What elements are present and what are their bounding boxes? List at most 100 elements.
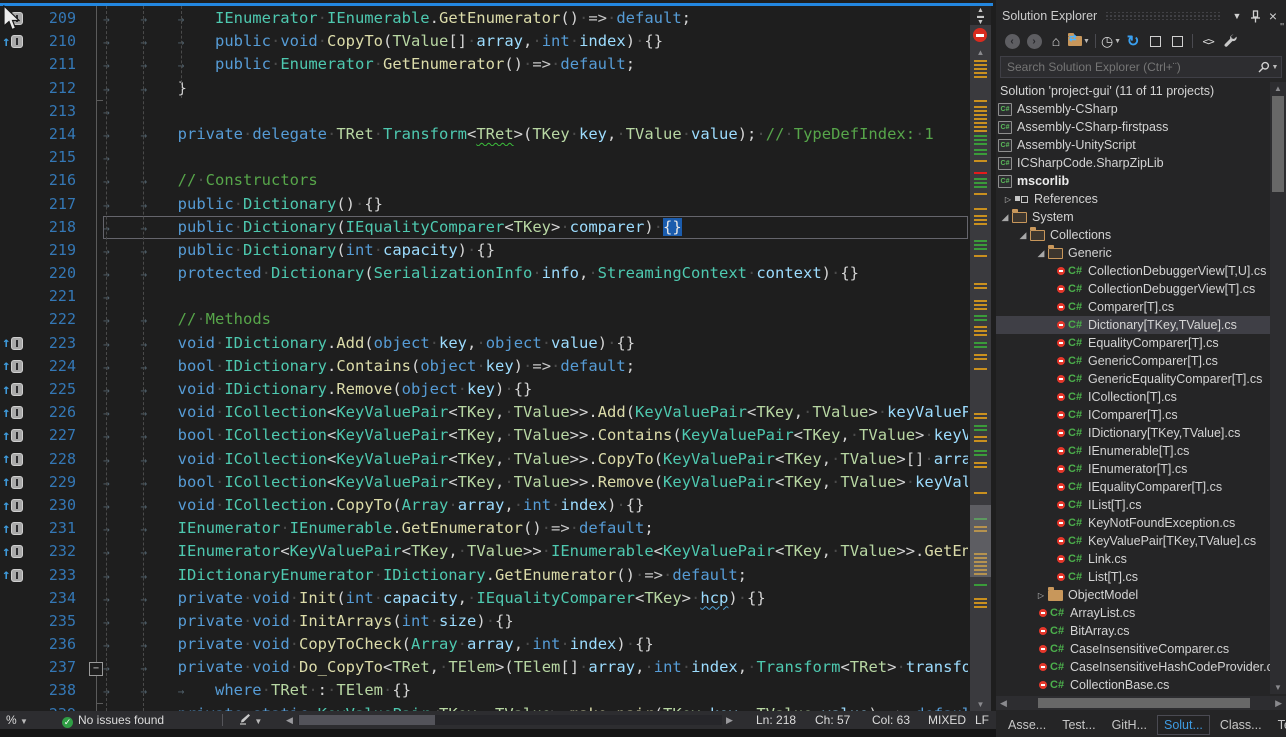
scrollbar-thumb[interactable] xyxy=(970,505,991,577)
tree-horizontal-scrollbar[interactable]: ◀ ▶ xyxy=(996,696,1286,710)
line-indicator[interactable]: Ln: 218 xyxy=(756,711,796,729)
hscroll-left-arrow-icon[interactable]: ◀ xyxy=(1000,698,1007,709)
scroll-down-arrow-icon[interactable]: ▼ xyxy=(970,700,991,709)
code-line[interactable]: ↑210→→→public·void·CopyTo(TValue[]·array… xyxy=(0,30,968,53)
tree-item[interactable]: C#CollectionDebuggerView[T].cs xyxy=(996,280,1270,298)
zoom-control[interactable]: % ▼ xyxy=(6,711,28,729)
refresh-button[interactable]: ↻ xyxy=(1123,31,1143,51)
code-line[interactable]: ↑232→→IEnumerator<KeyValuePair<TKey,·TVa… xyxy=(0,540,968,563)
tree-item[interactable]: C#mscorlib xyxy=(996,172,1270,190)
override-indicator-icon[interactable]: ↑ xyxy=(0,564,30,587)
code-line[interactable]: 218→→public·Dictionary(IEqualityComparer… xyxy=(0,216,968,239)
code-line[interactable]: 217→→public·Dictionary()·{} xyxy=(0,193,968,216)
tool-window-tab[interactable]: GitH... xyxy=(1106,716,1153,734)
tree-item[interactable]: C#CaseInsensitiveHashCodeProvider.cs xyxy=(996,658,1270,676)
issues-indicator[interactable]: ✓No issues found xyxy=(62,711,164,729)
search-box[interactable]: ▼ xyxy=(1000,56,1282,78)
hscroll-right-arrow-icon[interactable]: ▶ xyxy=(726,711,733,729)
tree-item[interactable]: C#Assembly-CSharp-firstpass xyxy=(996,118,1270,136)
tool-window-tab[interactable]: Test... xyxy=(1056,716,1101,734)
tree-item[interactable]: C#List[T].cs xyxy=(996,568,1270,586)
tree-item[interactable]: C#ICSharpCode.SharpZipLib xyxy=(996,154,1270,172)
sync-with-active-document-button[interactable]: ▼ xyxy=(1068,31,1090,51)
tree-item[interactable]: ◢System xyxy=(996,208,1270,226)
hscroll-left-arrow-icon[interactable]: ◀ xyxy=(286,711,293,729)
editor-horizontal-scrollbar[interactable] xyxy=(298,715,722,725)
tree-item[interactable]: C#Assembly-CSharp xyxy=(996,100,1270,118)
tree-item[interactable]: C#GenericComparer[T].cs xyxy=(996,352,1270,370)
tree-item[interactable]: C#GenericEqualityComparer[T].cs xyxy=(996,370,1270,388)
override-indicator-icon[interactable]: ↑ xyxy=(0,332,30,355)
tool-window-tab[interactable]: Class... xyxy=(1214,716,1268,734)
toolbar-overflow-button[interactable]: '' xyxy=(1280,22,1284,33)
code-line[interactable]: 235→→private·void·InitArrays(int·size)·{… xyxy=(0,610,968,633)
code-line[interactable]: ↑223→→void·IDictionary.Add(object·key,·o… xyxy=(0,332,968,355)
tree-item[interactable]: C#IList[T].cs xyxy=(996,496,1270,514)
collapse-all-button[interactable] xyxy=(1145,31,1165,51)
collapse-arrow-icon[interactable]: ◢ xyxy=(1016,230,1030,241)
code-line[interactable]: 239→→private·static·KeyValuePair<TKey,·T… xyxy=(0,703,968,711)
code-line[interactable]: 222→→//·Methods xyxy=(0,308,968,331)
character-indicator[interactable]: Ch: 57 xyxy=(815,711,850,729)
code-lines[interactable]: ↑209→→→IEnumerator·IEnumerable.GetEnumer… xyxy=(0,7,968,711)
code-line[interactable]: ↑228→→void·ICollection<KeyValuePair<TKey… xyxy=(0,448,968,471)
code-line[interactable]: 211→→→public·Enumerator·GetEnumerator()·… xyxy=(0,53,968,76)
code-line[interactable]: ↑233→→IDictionaryEnumerator·IDictionary.… xyxy=(0,564,968,587)
tree-item[interactable]: C#ArrayList.cs xyxy=(996,604,1270,622)
tree-item[interactable]: C#Link.cs xyxy=(996,550,1270,568)
code-line[interactable]: ↑229→→bool·ICollection<KeyValuePair<TKey… xyxy=(0,471,968,494)
code-line[interactable]: 219→→public·Dictionary(int·capacity)·{} xyxy=(0,239,968,262)
forward-button[interactable]: › xyxy=(1024,31,1044,51)
tree-item[interactable]: C#IDictionary[TKey,TValue].cs xyxy=(996,424,1270,442)
code-line[interactable]: ↑227→→bool·ICollection<KeyValuePair<TKey… xyxy=(0,424,968,447)
show-all-files-button[interactable] xyxy=(1167,31,1187,51)
collapse-arrow-icon[interactable]: ◢ xyxy=(1034,248,1048,259)
tree-item[interactable]: C#IEqualityComparer[T].cs xyxy=(996,478,1270,496)
fold-collapse-button[interactable]: − xyxy=(89,662,103,676)
hscrollbar-thumb[interactable] xyxy=(299,715,435,725)
tree-item[interactable]: C#CollectionBase.cs xyxy=(996,676,1270,694)
tool-window-tab[interactable]: Tea... xyxy=(1272,716,1286,734)
collapse-arrow-icon[interactable]: ◢ xyxy=(998,212,1012,223)
code-line[interactable]: ↑209→→→IEnumerator·IEnumerable.GetEnumer… xyxy=(0,7,968,30)
override-indicator-icon[interactable]: ↑ xyxy=(0,517,30,540)
tree-item[interactable]: ◢Collections xyxy=(996,226,1270,244)
back-button[interactable]: ‹ xyxy=(1002,31,1022,51)
tree-item[interactable]: Solution 'project-gui' (11 of 11 project… xyxy=(996,82,1270,100)
override-indicator-icon[interactable]: ↑ xyxy=(0,30,30,53)
document-health-icon[interactable] xyxy=(973,28,987,42)
override-indicator-icon[interactable]: ↑ xyxy=(0,378,30,401)
expand-arrow-icon[interactable]: ▷ xyxy=(1001,195,1015,204)
code-line[interactable]: ↑231→→IEnumerator·IEnumerable.GetEnumera… xyxy=(0,517,968,540)
code-line[interactable]: ↑226→→void·ICollection<KeyValuePair<TKey… xyxy=(0,401,968,424)
code-line[interactable]: 213→ xyxy=(0,100,968,123)
window-position-button[interactable]: ▼ xyxy=(1228,7,1246,25)
code-line[interactable]: 237→→private·void·Do_CopyTo<TRet,·TElem>… xyxy=(0,656,968,679)
code-line[interactable]: 216→→//·Constructors xyxy=(0,169,968,192)
override-indicator-icon[interactable]: ↑ xyxy=(0,401,30,424)
code-editor[interactable]: ↑209→→→IEnumerator·IEnumerable.GetEnumer… xyxy=(0,0,993,711)
hscroll-right-arrow-icon[interactable]: ▶ xyxy=(1275,698,1282,709)
tree-item[interactable]: C#EqualityComparer[T].cs xyxy=(996,334,1270,352)
home-button[interactable]: ⌂ xyxy=(1046,31,1066,51)
override-indicator-icon[interactable]: ↑ xyxy=(0,540,30,563)
tree-item[interactable]: C#IEnumerable[T].cs xyxy=(996,442,1270,460)
code-line[interactable]: 221→ xyxy=(0,285,968,308)
scrollbar-thumb[interactable] xyxy=(1038,698,1250,708)
override-indicator-icon[interactable]: ↑ xyxy=(0,355,30,378)
drag-grip[interactable] xyxy=(1105,12,1220,20)
expand-arrow-icon[interactable]: ▷ xyxy=(1034,591,1048,600)
scrollbar-thumb[interactable] xyxy=(1272,96,1284,192)
tree-item[interactable]: C#KeyValuePair[TKey,TValue].cs xyxy=(996,532,1270,550)
code-line[interactable]: 214→→private·delegate·TRet·Transform<TRe… xyxy=(0,123,968,146)
tree-item[interactable]: C#Dictionary[TKey,TValue].cs xyxy=(996,316,1270,334)
code-line[interactable]: 212→→} xyxy=(0,77,968,100)
code-line[interactable]: ↑225→→void·IDictionary.Remove(object·key… xyxy=(0,378,968,401)
tree-item[interactable]: C#Assembly-UnityScript xyxy=(996,136,1270,154)
search-button[interactable]: ▼ xyxy=(1255,61,1281,73)
tree-item[interactable]: ◢Generic xyxy=(996,244,1270,262)
tree-item[interactable]: ▷ObjectModel xyxy=(996,586,1270,604)
override-indicator-icon[interactable]: ↑ xyxy=(0,494,30,517)
tree-item[interactable]: C#KeyNotFoundException.cs xyxy=(996,514,1270,532)
column-indicator[interactable]: Col: 63 xyxy=(872,711,910,729)
